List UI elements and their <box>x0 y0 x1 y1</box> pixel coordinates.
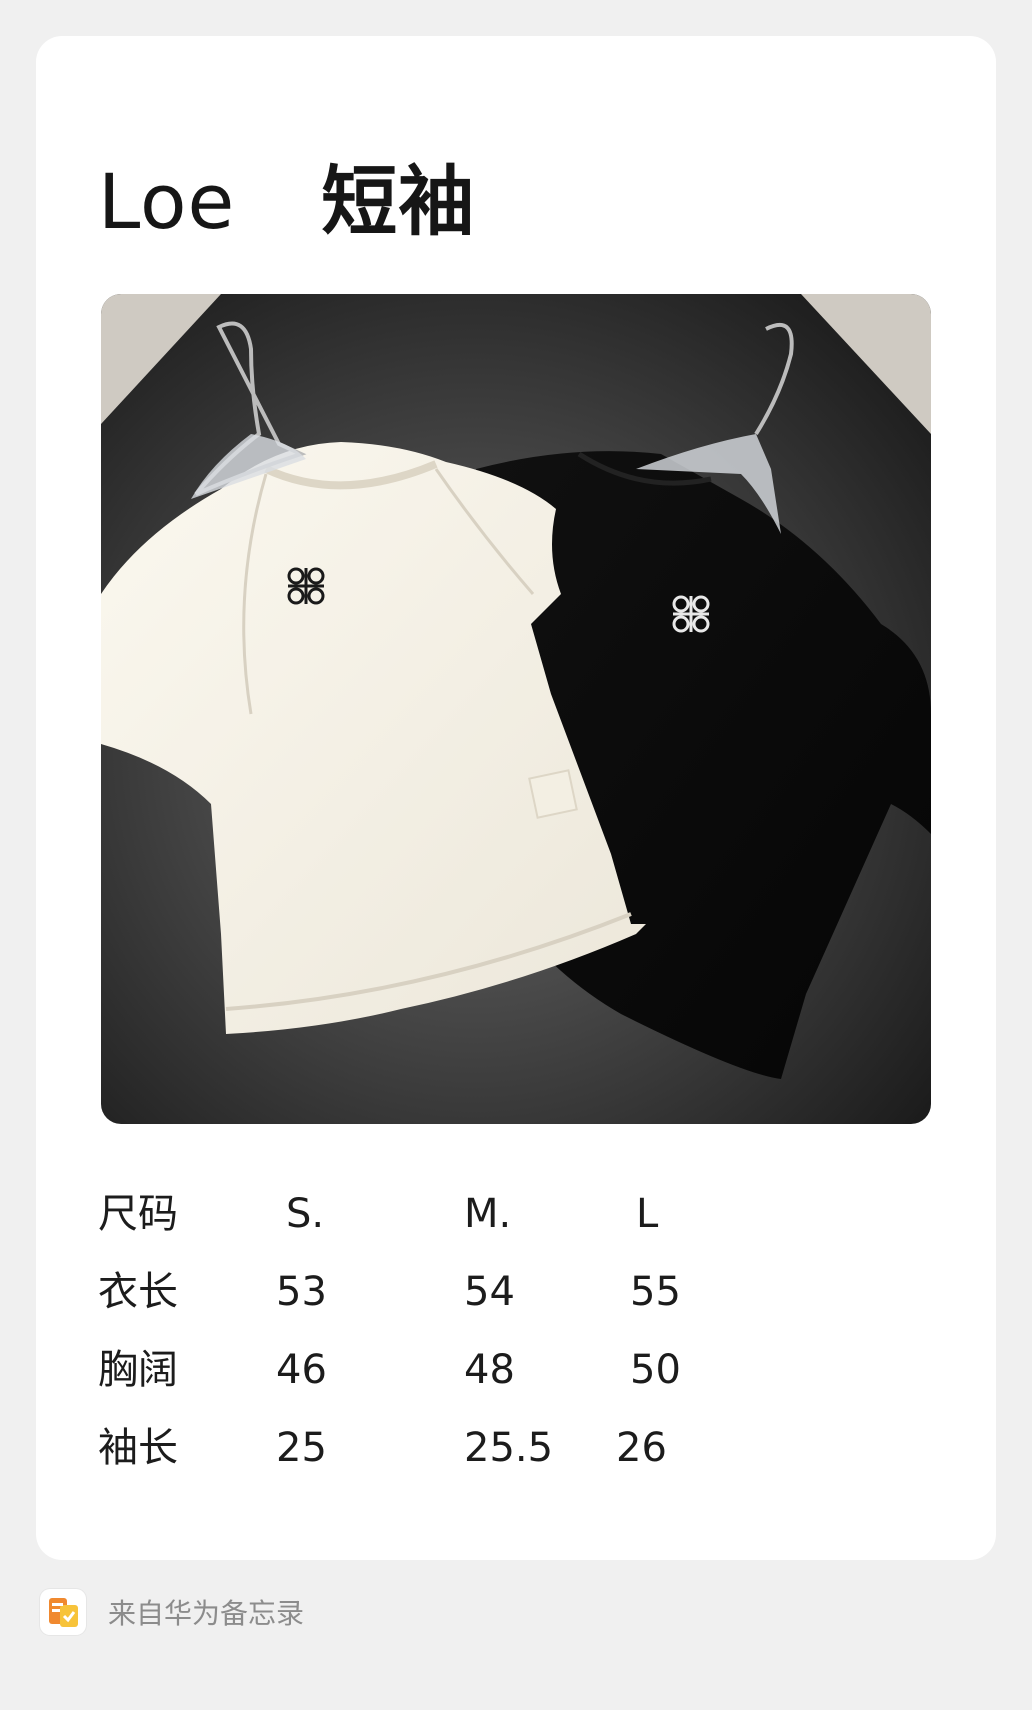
cell-l: 55 <box>630 1269 681 1315</box>
product-photo[interactable] <box>101 294 931 1124</box>
cell-l: 26 <box>616 1425 667 1471</box>
row-label: 衣长 <box>98 1269 178 1315</box>
source-footer[interactable]: 来自华为备忘录 <box>40 1588 304 1636</box>
title-brand: Loe <box>98 157 236 246</box>
row-label: 胸阔 <box>98 1347 178 1393</box>
cell-s: 25 <box>276 1425 327 1471</box>
cell-m: 48 <box>464 1347 515 1393</box>
note-card: Loe 短袖 尺码 S. M. L 衣长 53 54 55 胸阔 46 48 5… <box>36 36 996 1560</box>
length-row: 衣长 53 54 55 <box>98 1272 798 1342</box>
title-item: 短袖 <box>321 157 476 246</box>
sleeve-row: 袖长 25 25.5 26 <box>98 1428 798 1498</box>
cell-m: 54 <box>464 1269 515 1315</box>
memo-app-icon <box>40 1589 86 1635</box>
note-title: Loe 短袖 <box>98 164 475 240</box>
cell-m: M. <box>464 1191 512 1237</box>
row-label: 袖长 <box>98 1425 178 1471</box>
source-text: 来自华为备忘录 <box>108 1597 305 1630</box>
chest-row: 胸阔 46 48 50 <box>98 1350 798 1420</box>
cell-l: 50 <box>630 1347 681 1393</box>
size-row: 尺码 S. M. L <box>98 1194 798 1264</box>
cell-l: L <box>636 1191 659 1237</box>
row-label: 尺码 <box>98 1191 178 1237</box>
cell-m: 25.5 <box>464 1425 554 1471</box>
cell-s: 46 <box>276 1347 327 1393</box>
cell-s: 53 <box>276 1269 327 1315</box>
cell-s: S. <box>286 1191 325 1237</box>
